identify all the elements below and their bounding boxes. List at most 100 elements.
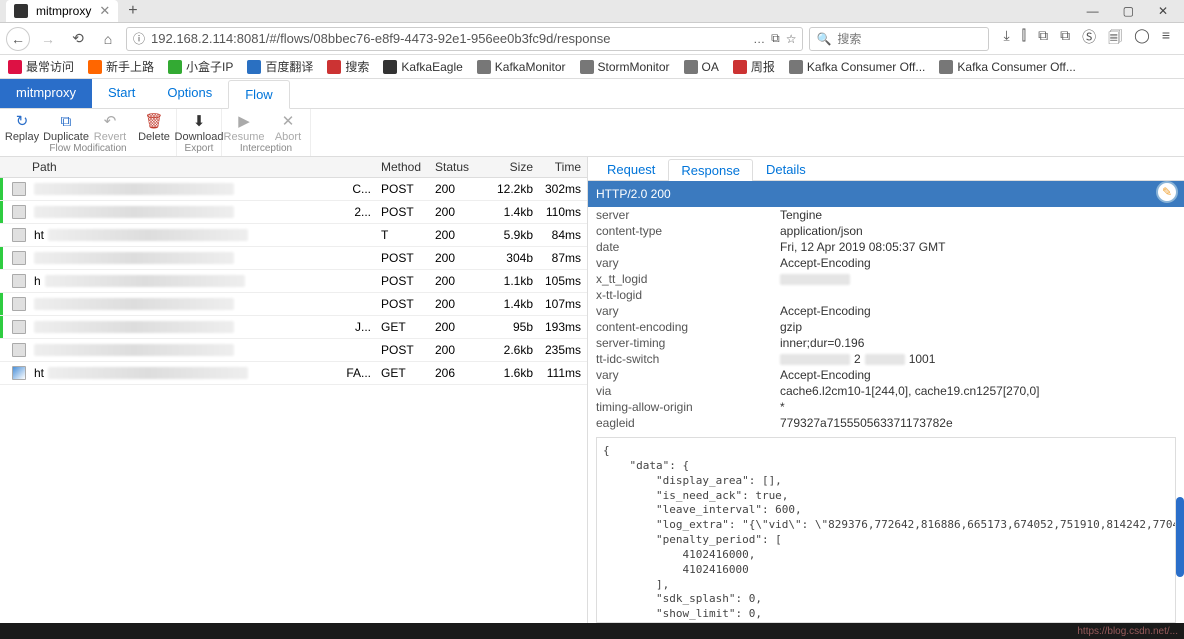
header-value	[780, 272, 1176, 286]
bookmark-item[interactable]: 百度翻译	[247, 58, 313, 75]
header-value: Accept-Encoding	[780, 368, 1176, 382]
row-path	[28, 249, 381, 267]
app-tab-flow[interactable]: Flow	[228, 80, 289, 109]
bookmark-icon	[247, 60, 261, 74]
replay-button[interactable]: ↻Replay	[0, 111, 44, 143]
table-row[interactable]: htT2005.9kb84ms	[0, 224, 587, 247]
tool-group: ▶Resume✕AbortInterception	[222, 109, 311, 156]
toolbar-icon-5[interactable]: 🗐	[1108, 27, 1122, 51]
table-row[interactable]: POST200304b87ms	[0, 247, 587, 270]
close-icon[interactable]: ✕	[99, 3, 110, 19]
list-header: Path Method Status Size Time	[0, 157, 587, 178]
header-row: tt-idc-switch21001	[588, 351, 1184, 367]
app-tab-start[interactable]: Start	[92, 79, 151, 108]
table-row[interactable]: htFA...GET2061.6kb111ms	[0, 362, 587, 385]
toolbar-icon-1[interactable]: ⫿	[1022, 27, 1026, 51]
row-size: 5.9kb	[479, 225, 533, 245]
tab-favicon	[14, 4, 28, 18]
info-icon[interactable]: ⓘ	[133, 30, 145, 47]
maximize-button[interactable]: ▢	[1123, 4, 1134, 18]
window-controls: — ▢ ✕	[1087, 4, 1184, 18]
bookmark-label: StormMonitor	[598, 60, 670, 74]
col-time[interactable]: Time	[533, 157, 587, 177]
table-row[interactable]: C...POST20012.2kb302ms	[0, 178, 587, 201]
close-window-button[interactable]: ✕	[1158, 4, 1168, 18]
table-row[interactable]: POST2001.4kb107ms	[0, 293, 587, 316]
table-row[interactable]: POST2002.6kb235ms	[0, 339, 587, 362]
row-type-icon	[12, 343, 26, 357]
flow-list: C...POST20012.2kb302ms2...POST2001.4kb11…	[0, 178, 587, 385]
browser-tab[interactable]: mitmproxy ✕	[6, 0, 118, 22]
bookmark-item[interactable]: OA	[684, 60, 719, 74]
toolbar-icon-2[interactable]: ⧉	[1038, 27, 1048, 51]
toolbar-icon-6[interactable]: ◯	[1134, 27, 1150, 51]
duplicate-button[interactable]: ⧉Duplicate	[44, 111, 88, 143]
bookmark-item[interactable]: KafkaEagle	[383, 60, 462, 74]
header-value: inner;dur=0.196	[780, 336, 1176, 350]
revert-icon: ↶	[104, 113, 117, 129]
forward-button[interactable]: →	[36, 27, 60, 51]
bookmark-item[interactable]: KafkaMonitor	[477, 60, 566, 74]
col-size[interactable]: Size	[479, 157, 533, 177]
bookmark-item[interactable]: Kafka Consumer Off...	[789, 60, 926, 74]
bookmark-label: 最常访问	[26, 58, 74, 75]
tool-label: Resume	[224, 131, 265, 143]
toolbar-icon-3[interactable]: ⧉	[1060, 27, 1070, 51]
more-icon[interactable]: …	[753, 32, 765, 46]
row-intercept-marker	[0, 293, 10, 315]
row-status: 206	[435, 363, 479, 383]
col-path[interactable]: Path	[0, 157, 381, 177]
header-row: x-tt-logid	[588, 287, 1184, 303]
url-input[interactable]: ⓘ 192.168.2.114:8081/#/flows/08bbec76-e8…	[126, 27, 803, 51]
bookmark-item[interactable]: 周报	[733, 58, 775, 75]
delete-button[interactable]: 🗑Delete	[132, 111, 176, 143]
row-intercept-marker	[0, 362, 10, 384]
headers-table: serverTenginecontent-typeapplication/jso…	[588, 207, 1184, 431]
bookmark-icon	[383, 60, 397, 74]
table-row[interactable]: 2...POST2001.4kb110ms	[0, 201, 587, 224]
header-row: server-timinginner;dur=0.196	[588, 335, 1184, 351]
home-button[interactable]: ⌂	[96, 27, 120, 51]
response-body[interactable]: { "data": { "display_area": [], "is_need…	[596, 437, 1176, 623]
toolbar-icon-0[interactable]: ⤓	[1003, 27, 1009, 51]
replay-icon: ↻	[16, 113, 29, 129]
bookmark-item[interactable]: 搜索	[327, 58, 369, 75]
app-tab-options[interactable]: Options	[151, 79, 228, 108]
star-icon[interactable]: ☆	[786, 32, 797, 46]
detail-tab-response[interactable]: Response	[668, 159, 753, 181]
bookmark-item[interactable]: Kafka Consumer Off...	[939, 60, 1076, 74]
bookmark-item[interactable]: StormMonitor	[580, 60, 670, 74]
row-path: h	[28, 271, 381, 291]
detail-tab-details[interactable]: Details	[753, 158, 819, 180]
edit-icon[interactable]: ✎	[1156, 181, 1178, 203]
flow-list-pane: Path Method Status Size Time C...POST200…	[0, 157, 588, 623]
table-row[interactable]: J...GET20095b193ms	[0, 316, 587, 339]
download-button[interactable]: ⬇Download	[177, 111, 221, 143]
header-value: 21001	[780, 352, 1176, 366]
bookmark-item[interactable]: 最常访问	[8, 58, 74, 75]
reader-icon[interactable]: ⧉	[771, 31, 780, 46]
table-row[interactable]: hPOST2001.1kb105ms	[0, 270, 587, 293]
scrollbar-thumb[interactable]	[1176, 497, 1184, 577]
reload-button[interactable]: ⟲	[66, 27, 90, 51]
toolbar-icon-4[interactable]: Ⓢ	[1082, 27, 1096, 51]
row-type-icon	[12, 205, 26, 219]
search-input[interactable]: 🔍 搜索	[809, 27, 989, 51]
row-method: POST	[381, 248, 435, 268]
minimize-button[interactable]: —	[1087, 4, 1099, 18]
bookmark-item[interactable]: 新手上路	[88, 58, 154, 75]
bookmark-icon	[168, 60, 182, 74]
back-button[interactable]: ←	[6, 27, 30, 51]
row-size: 95b	[479, 317, 533, 337]
abort-icon: ✕	[282, 113, 295, 129]
bookmark-item[interactable]: 小盒子IP	[168, 58, 233, 75]
row-time: 302ms	[533, 179, 587, 199]
new-tab-button[interactable]: +	[118, 2, 147, 20]
bookmark-icon	[939, 60, 953, 74]
detail-tab-request[interactable]: Request	[594, 158, 668, 180]
app-tab-mitmproxy[interactable]: mitmproxy	[0, 79, 92, 108]
col-status[interactable]: Status	[435, 157, 479, 177]
toolbar-icon-7[interactable]: ≡	[1162, 27, 1170, 51]
search-icon: 🔍	[816, 32, 831, 46]
col-method[interactable]: Method	[381, 157, 435, 177]
